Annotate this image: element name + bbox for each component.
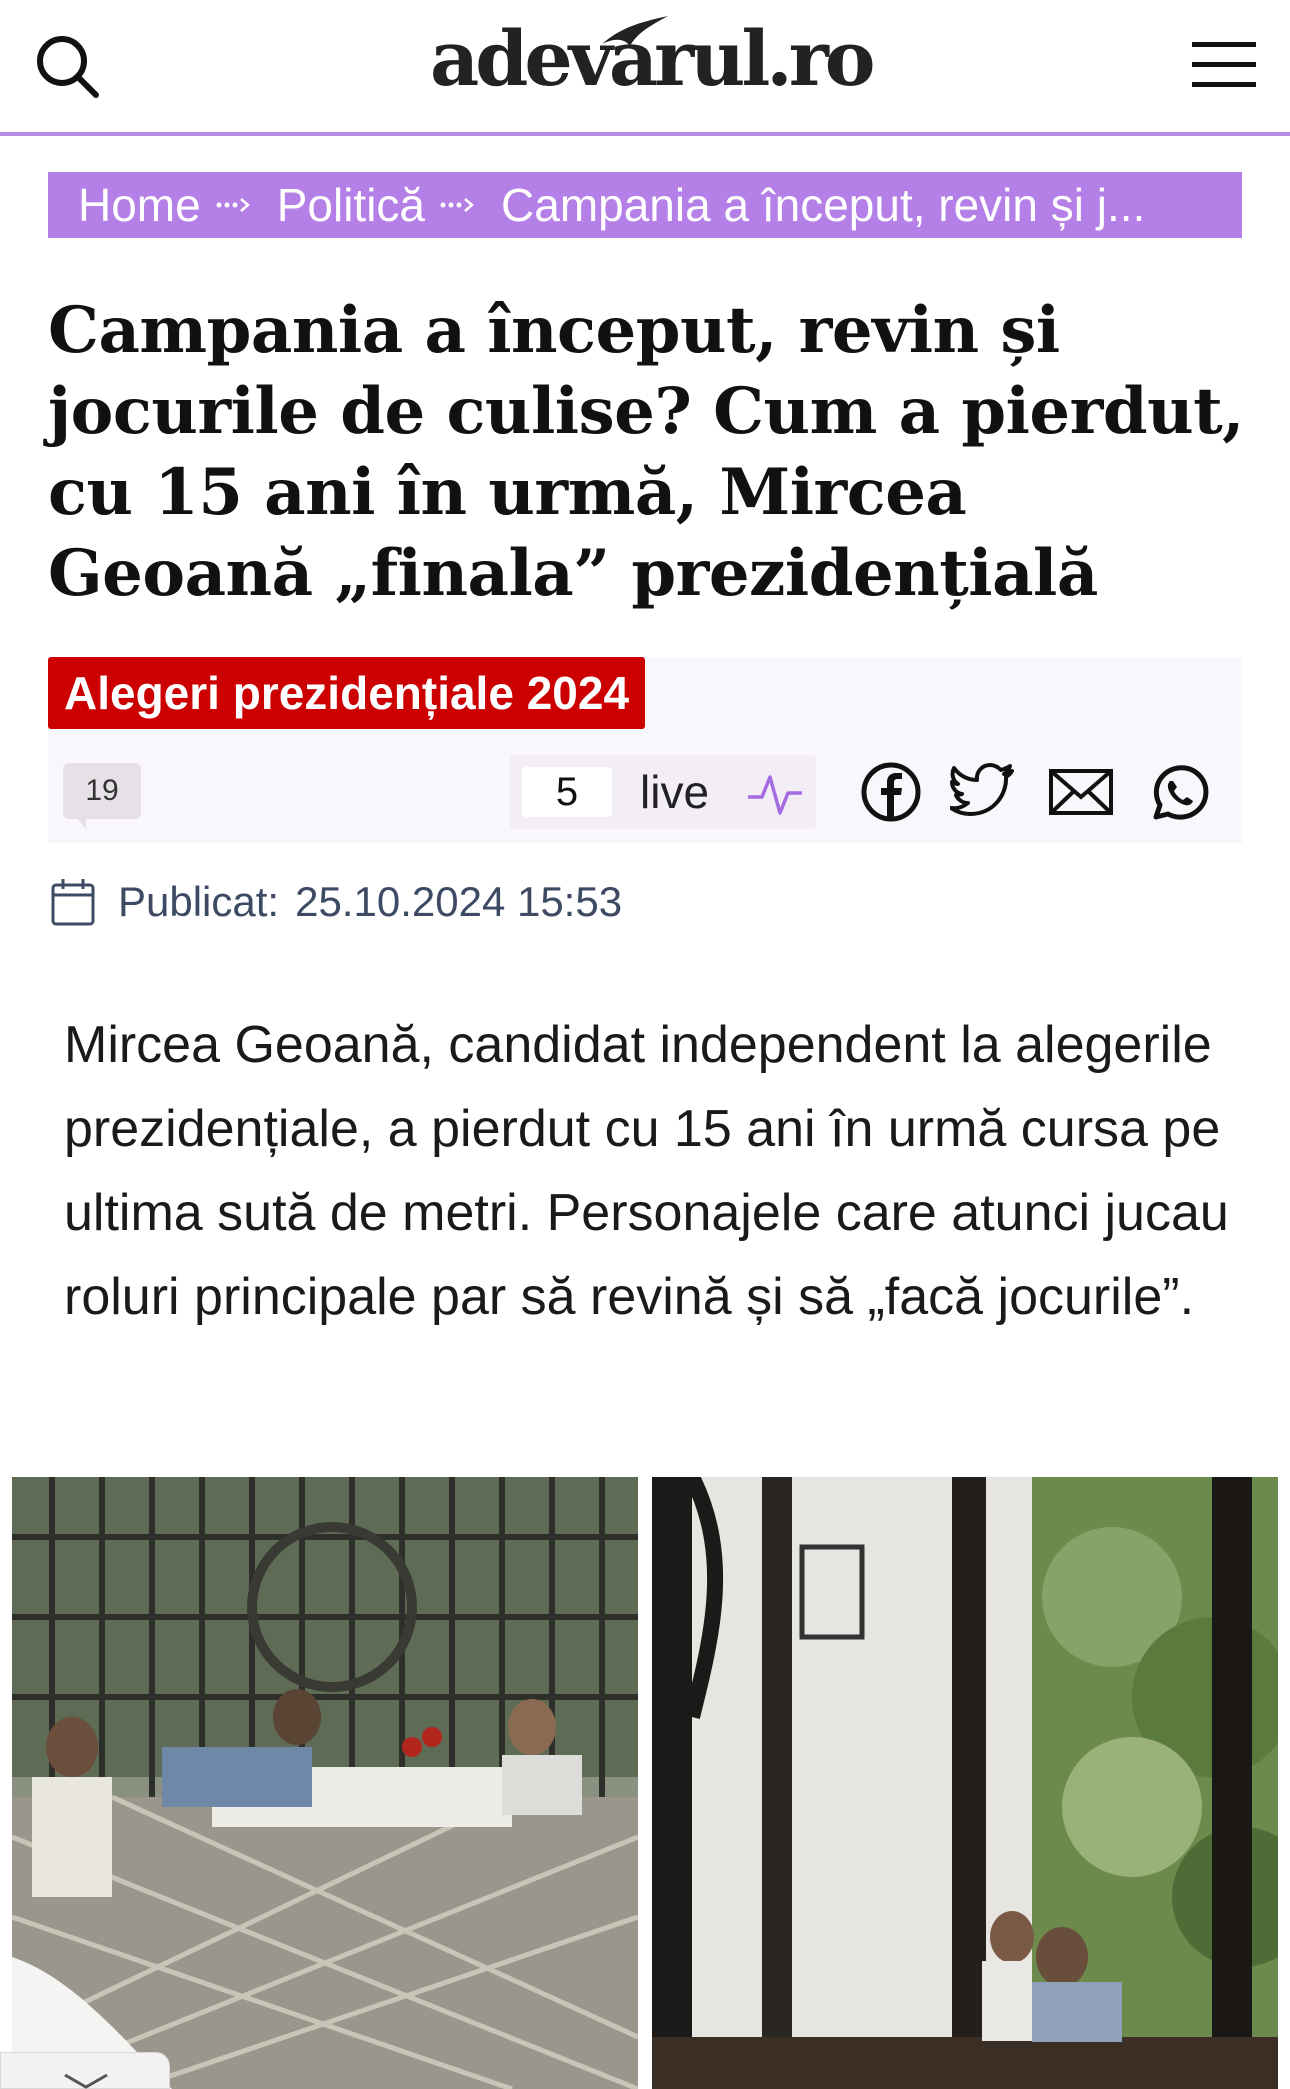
breadcrumb-arrow-icon xyxy=(440,198,474,212)
article-photo-left[interactable] xyxy=(12,1477,638,2089)
breadcrumb-home[interactable]: Home xyxy=(78,178,201,232)
breadcrumb-politica[interactable]: Politică xyxy=(277,178,425,232)
site-header: adevarul.ro xyxy=(0,0,1290,136)
chevron-down-icon xyxy=(64,2073,108,2089)
logo-bird-icon xyxy=(602,16,668,46)
comments-count-badge[interactable]: 19 xyxy=(63,763,141,819)
facebook-icon[interactable] xyxy=(858,761,924,823)
photo-terrace-meeting xyxy=(12,1477,638,2089)
article-title: Campania a început, revin și jocurile de… xyxy=(48,293,1244,611)
email-icon[interactable] xyxy=(1048,761,1114,823)
article-lead: Mircea Geoană, candidat independent la a… xyxy=(64,1016,1229,1326)
published-date: 25.10.2024 15:53 xyxy=(295,878,623,925)
breadcrumb: Home Politică Campania a început, revin … xyxy=(48,172,1242,238)
article-meta-bar: Alegeri prezidențiale 2024 19 5 live xyxy=(48,657,1242,843)
photo-restaurant-meeting xyxy=(652,1477,1278,2089)
comments-bubble-tail xyxy=(76,817,86,829)
breadcrumb-current: Campania a început, revin și j... xyxy=(501,179,1146,231)
publish-info: Publicat: 25.10.2024 15:53 xyxy=(50,876,622,928)
category-tag[interactable]: Alegeri prezidențiale 2024 xyxy=(48,657,646,729)
whatsapp-icon[interactable] xyxy=(1146,761,1212,823)
live-readers-box: 5 live xyxy=(510,755,816,829)
search-icon[interactable] xyxy=(33,32,101,100)
pulse-icon xyxy=(748,775,802,815)
collapse-tab[interactable] xyxy=(0,2052,170,2089)
live-label: live xyxy=(640,766,710,818)
twitter-icon[interactable] xyxy=(950,761,1016,823)
live-readers-count: 5 xyxy=(522,767,612,817)
calendar-icon xyxy=(51,879,95,926)
breadcrumb-arrow-icon xyxy=(216,198,250,212)
article-photo-right[interactable] xyxy=(652,1477,1278,2089)
hamburger-menu-icon[interactable] xyxy=(1192,40,1256,90)
published-label: Publicat: xyxy=(118,878,280,925)
